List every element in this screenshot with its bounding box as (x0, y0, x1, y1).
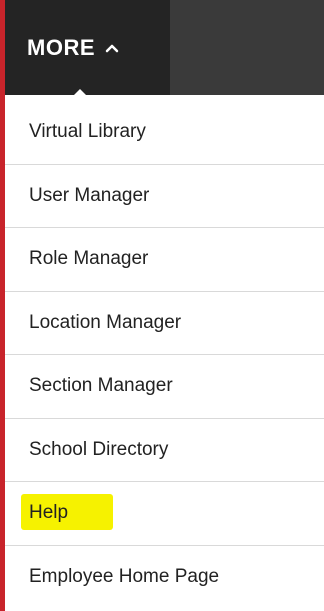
menu-item-label: User Manager (29, 184, 150, 206)
more-menu-toggle[interactable]: MORE (5, 0, 170, 95)
more-menu-label: MORE (27, 34, 95, 60)
menu-item-label: Employee Home Page (29, 566, 220, 588)
menu-item-location-manager[interactable]: Location Manager (5, 292, 324, 355)
menu-item-user-manager[interactable]: User Manager (5, 165, 324, 228)
menu-item-section-manager[interactable]: Section Manager (5, 355, 324, 419)
menu-item-label-help: Help (21, 494, 113, 531)
menu-item-label: School Directory (29, 438, 169, 460)
menu-item-label: Section Manager (29, 375, 173, 397)
menu-item-label: Role Manager (29, 248, 149, 270)
menu-item-school-directory[interactable]: School Directory (5, 419, 324, 482)
menu-item-virtual-library[interactable]: Virtual Library (5, 101, 324, 165)
dropdown-pointer (70, 89, 90, 99)
menu-item-label: Virtual Library (29, 121, 146, 143)
menu-item-employee-home-page[interactable]: Employee Home Page (5, 546, 324, 610)
menu-item-help[interactable]: Help (5, 482, 324, 546)
menu-item-role-manager[interactable]: Role Manager (5, 228, 324, 292)
help-label-text: Help (29, 502, 69, 524)
more-dropdown-menu: Virtual Library User Manager Role Manage… (5, 101, 324, 611)
menu-item-label: Location Manager (29, 311, 182, 333)
chevron-up-icon (105, 44, 119, 52)
